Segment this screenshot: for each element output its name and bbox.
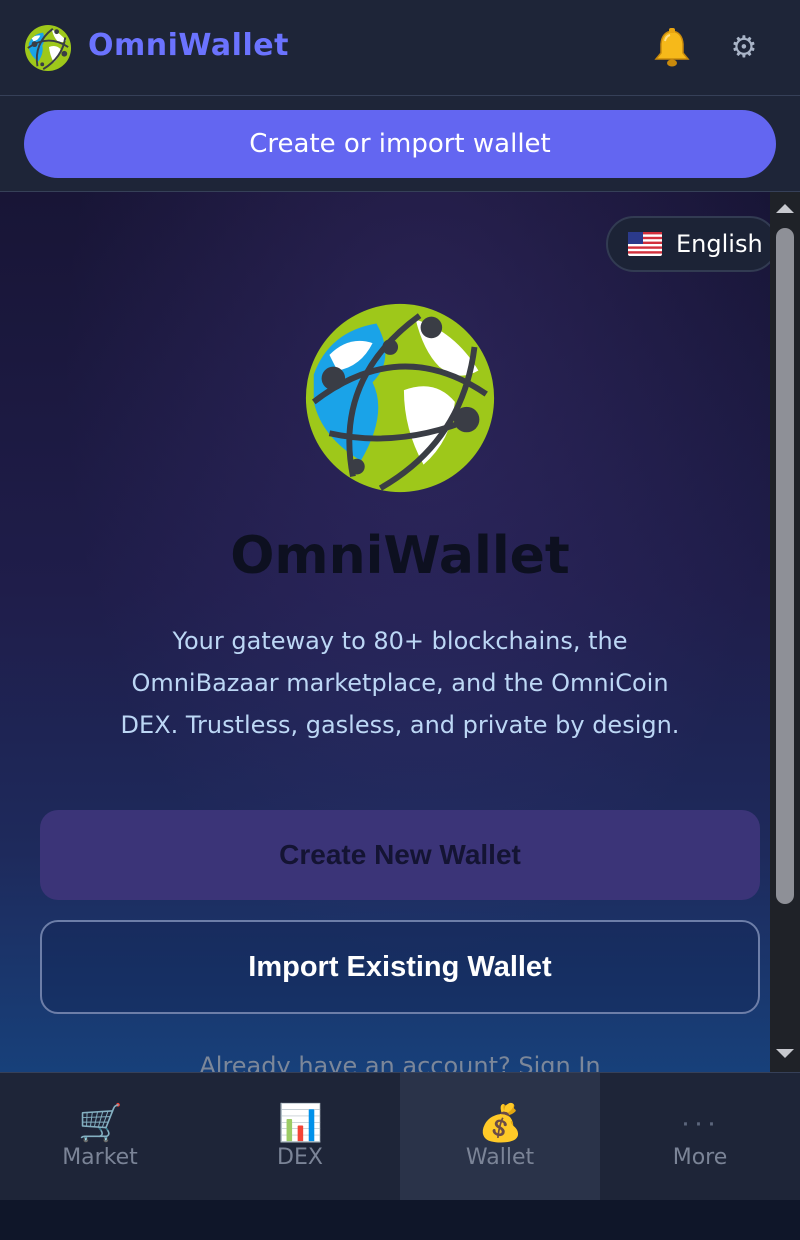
bottom-navigation: 🛒 Market 📊 DEX 💰 Wallet ··· More — [0, 1072, 800, 1201]
nav-label-dex: DEX — [277, 1145, 323, 1170]
welcome-panel[interactable]: English OmniWallet Your gateway to 80+ b… — [0, 192, 770, 1072]
nav-label-more: More — [672, 1145, 728, 1170]
create-new-wallet-button[interactable]: Create New Wallet — [40, 810, 760, 900]
language-selector[interactable]: English — [606, 216, 770, 272]
cart-icon: 🛒 — [78, 1102, 123, 1143]
top-action-bar: Create or import wallet — [0, 96, 800, 192]
gear-icon[interactable]: ⚙ — [726, 26, 762, 70]
scrollbar[interactable] — [770, 192, 800, 1072]
more-dots-icon: ··· — [680, 1106, 720, 1139]
hero-description: Your gateway to 80+ blockchains, the Omn… — [120, 627, 680, 739]
scroll-down-arrow-icon[interactable] — [776, 1049, 794, 1058]
omniwallet-app: OmniWallet ⚙ Create or import wallet Eng… — [0, 0, 800, 1240]
globe-logo-icon — [24, 24, 72, 72]
nav-item-wallet[interactable]: 💰 Wallet — [400, 1073, 600, 1201]
money-bag-icon: 💰 — [478, 1102, 523, 1143]
us-flag-icon — [628, 232, 662, 256]
footer-strip — [0, 1200, 800, 1240]
nav-label-market: Market — [62, 1145, 138, 1170]
globe-logo-icon — [305, 303, 495, 493]
app-header: OmniWallet ⚙ — [0, 0, 800, 96]
chart-icon: 📊 — [278, 1102, 323, 1143]
nav-label-wallet: Wallet — [465, 1145, 535, 1170]
scroll-up-arrow-icon[interactable] — [776, 204, 794, 213]
hero-title: OmniWallet — [230, 526, 570, 586]
sign-in-link[interactable]: Already have an account? Sign In — [0, 1052, 770, 1072]
nav-item-more[interactable]: ··· More — [600, 1073, 800, 1201]
nav-item-dex[interactable]: 📊 DEX — [200, 1073, 400, 1201]
language-label: English — [676, 230, 763, 258]
scrollbar-thumb[interactable] — [776, 228, 794, 904]
app-title: OmniWallet — [88, 28, 289, 63]
nav-item-market[interactable]: 🛒 Market — [0, 1073, 200, 1201]
create-or-import-button[interactable]: Create or import wallet — [24, 110, 776, 178]
import-existing-wallet-button[interactable]: Import Existing Wallet — [40, 920, 760, 1014]
bell-icon[interactable] — [650, 26, 694, 70]
